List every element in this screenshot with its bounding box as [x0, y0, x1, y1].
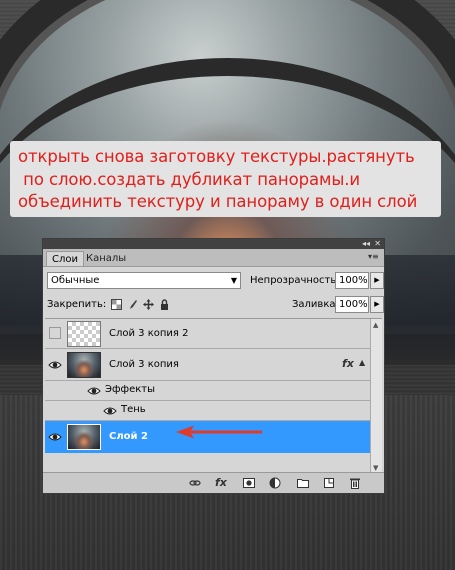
collapse-icon[interactable]: ◂◂: [362, 239, 370, 249]
scroll-down-icon[interactable]: ▼: [373, 464, 378, 472]
opacity-stepper-button[interactable]: ▶: [370, 272, 384, 289]
collapse-effects-icon[interactable]: ▲: [359, 358, 365, 367]
tab-layers[interactable]: Слои: [46, 251, 84, 266]
effect-name: Тень: [121, 404, 146, 415]
instruction-line-3: объединить текстуру и панораму в один сл…: [18, 192, 418, 211]
instruction-caption: открыть снова заготовку текстуры.растяну…: [10, 141, 441, 217]
fill-input[interactable]: 100%: [335, 296, 369, 313]
link-icon[interactable]: [189, 477, 201, 489]
blend-mode-value: Обычные: [51, 275, 100, 286]
instruction-line-2: по слою.создать дубликат панорамы.и: [18, 169, 361, 189]
eye-icon[interactable]: [48, 430, 62, 444]
layers-panel: ◂◂ ✕ Слои Каналы ▾≡ Обычные ▼ Непрозрачн…: [42, 238, 385, 494]
eye-icon[interactable]: [103, 404, 117, 418]
layers-list: Слой 3 копия 2 Слой 3 копия fx ▲ Эффекты: [45, 318, 382, 474]
layer-thumbnail: [67, 424, 101, 450]
opacity-label: Непрозрачность:: [250, 275, 340, 286]
eye-icon[interactable]: [48, 358, 62, 372]
red-pointer-arrow: [176, 425, 262, 439]
scroll-up-icon[interactable]: ▲: [373, 321, 378, 329]
mask-icon[interactable]: [243, 477, 255, 489]
layer-name: Слой 3 копия 2: [109, 328, 189, 339]
visibility-toggle[interactable]: [49, 327, 61, 339]
lock-row: Закрепить: Заливка: 100% ▶: [47, 296, 384, 314]
effects-label: Эффекты: [105, 384, 155, 395]
panel-bottom-toolbar: fx: [43, 472, 384, 493]
lock-position-move-icon[interactable]: [143, 299, 154, 310]
chevron-down-icon: ▼: [230, 276, 237, 285]
instruction-line-1: открыть снова заготовку текстуры.растяну…: [18, 147, 415, 166]
panel-menu-icon[interactable]: ▾≡: [368, 252, 380, 262]
panel-titlebar[interactable]: ◂◂ ✕: [43, 239, 384, 249]
fill-stepper-button[interactable]: ▶: [370, 296, 384, 313]
fx-icon[interactable]: fx: [215, 476, 227, 489]
layer-name: Слой 3 копия: [109, 359, 179, 370]
eye-icon[interactable]: [87, 384, 101, 398]
screenshot: открыть снова заготовку текстуры.растяну…: [0, 0, 455, 570]
new-layer-icon[interactable]: [323, 477, 335, 489]
panel-tabs: Слои Каналы ▾≡: [43, 249, 384, 267]
layer-fx-icon[interactable]: fx: [342, 357, 354, 370]
lock-all-icon[interactable]: [159, 299, 170, 310]
blend-mode-select[interactable]: Обычные ▼: [47, 272, 241, 289]
folder-icon[interactable]: [297, 477, 309, 489]
fill-label: Заливка:: [292, 299, 339, 310]
lock-pixels-brush-icon[interactable]: [127, 299, 138, 310]
layer-thumbnail: [67, 352, 101, 378]
lock-label: Закрепить:: [47, 299, 107, 310]
close-icon[interactable]: ✕: [374, 239, 381, 249]
layer-row[interactable]: Слой 3 копия fx ▲: [45, 349, 370, 381]
tab-channels[interactable]: Каналы: [81, 251, 131, 266]
layer-thumbnail: [67, 321, 101, 347]
opacity-input[interactable]: 100%: [335, 272, 369, 289]
blend-row: Обычные ▼ Непрозрачность: 100% ▶: [47, 272, 384, 290]
layer-row[interactable]: Слой 3 копия 2: [45, 319, 370, 349]
lock-transparency-icon[interactable]: [111, 299, 122, 310]
adjustment-icon[interactable]: [269, 477, 281, 489]
effect-item[interactable]: Тень: [45, 401, 370, 421]
layer-name: Слой 2: [109, 431, 148, 442]
effects-row[interactable]: Эффекты: [45, 381, 370, 401]
trash-icon[interactable]: [349, 477, 361, 489]
layers-scrollbar[interactable]: ▲ ▼: [370, 319, 382, 474]
